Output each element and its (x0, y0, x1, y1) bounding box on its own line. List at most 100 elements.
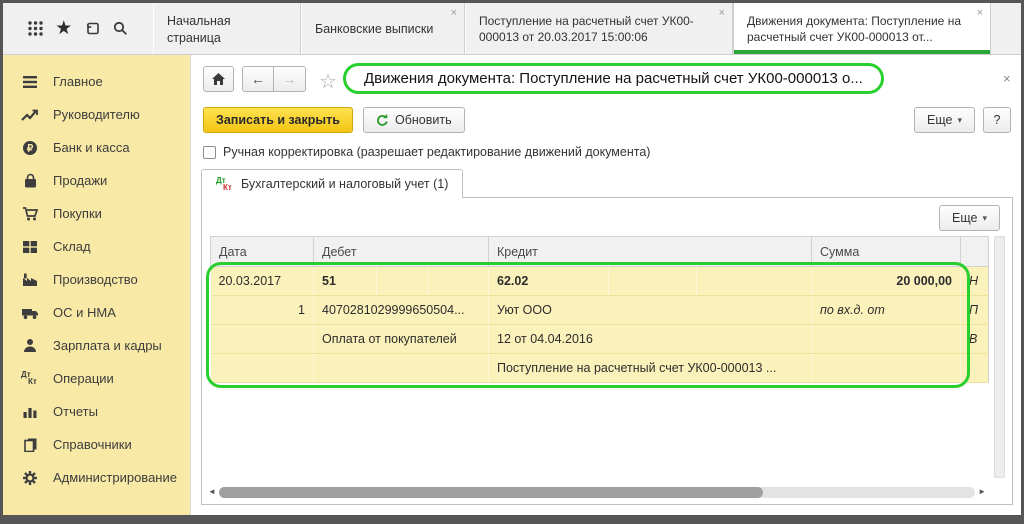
scrollbar-track[interactable] (218, 486, 976, 498)
sidebar-item-administration[interactable]: Администрирование (3, 461, 190, 494)
truck-icon (19, 304, 41, 322)
tab-close-icon[interactable]: × (451, 8, 457, 19)
scroll-right-icon[interactable]: ► (978, 488, 986, 496)
toolbar-row: Записать и закрыть Обновить Еще ▾ ? (191, 107, 1021, 135)
sidebar-item-operations[interactable]: Дт Кт Операции (3, 362, 190, 395)
refresh-icon (377, 114, 388, 126)
cell-empty[interactable] (376, 266, 429, 296)
cell-debit-account[interactable]: 51 (313, 266, 377, 296)
sidebar-item-main[interactable]: Главное (3, 65, 190, 98)
cell-credit-analytics[interactable]: Уют ООО (488, 295, 812, 325)
menu-icon (19, 73, 41, 91)
sidebar-item-fixed-assets[interactable]: ОС и НМА (3, 296, 190, 329)
sidebar-item-label: Производство (53, 272, 138, 287)
tab-bank-statements[interactable]: Банковские выписки × (301, 3, 465, 54)
cell-empty[interactable] (210, 324, 314, 354)
tab-document-movements[interactable]: Движения документа: Поступление на расче… (733, 3, 991, 54)
tab-receipt-document[interactable]: Поступление на расчетный счет УК00-00001… (465, 3, 733, 54)
manual-adjustment-checkbox[interactable] (203, 145, 216, 159)
horizontal-scrollbar: ◄ ► (208, 485, 986, 499)
app-window: ★ Начальная страница Банковские выписки … (0, 0, 1024, 524)
table-row[interactable]: Поступление на расчетный счет УК00-00001… (210, 353, 989, 383)
table-row[interactable]: 20.03.2017 51 62.02 20 000,00 Н (210, 266, 989, 296)
sidebar-item-label: Склад (53, 239, 91, 254)
cell-line-number[interactable]: 1 (210, 295, 314, 325)
cell-credit-analytics[interactable]: 12 от 04.04.2016 (488, 324, 812, 354)
cell-flag[interactable]: Н (960, 266, 989, 296)
tab-close-icon[interactable]: × (977, 8, 983, 19)
column-header-credit: Кредит (488, 236, 812, 267)
gear-icon (19, 469, 41, 487)
sidebar-item-purchases[interactable]: Покупки (3, 197, 190, 230)
scrollbar-thumb[interactable] (218, 486, 764, 498)
table-more-button[interactable]: Еще ▾ (939, 205, 1000, 231)
cell-debit-analytics[interactable]: Оплата от покупателей (313, 324, 489, 354)
favorites-star-icon[interactable]: ★ (54, 19, 74, 39)
forward-button[interactable]: → (274, 66, 306, 92)
page-title-text: Движения документа: Поступление на расче… (364, 70, 863, 87)
quick-toolbar: ★ (3, 3, 153, 54)
sidebar-item-label: Отчеты (53, 404, 98, 419)
sidebar-item-payroll-hr[interactable]: Зарплата и кадры (3, 329, 190, 362)
person-icon (19, 337, 41, 355)
cell-credit-analytics[interactable]: Поступление на расчетный счет УК00-00001… (488, 353, 812, 383)
window-close-icon[interactable]: × (1003, 71, 1011, 86)
chevron-down-icon: ▾ (957, 114, 962, 125)
screen: ★ Начальная страница Банковские выписки … (3, 3, 1021, 515)
tab-home-page[interactable]: Начальная страница (153, 3, 301, 54)
cell-empty[interactable] (811, 324, 961, 354)
sidebar-item-reports[interactable]: Отчеты (3, 395, 190, 428)
cell-empty[interactable] (696, 266, 812, 296)
sidebar-item-label: Руководителю (53, 107, 140, 122)
cell-empty[interactable] (608, 266, 697, 296)
sidebar-item-warehouse[interactable]: Склад (3, 230, 190, 263)
cell-empty[interactable] (960, 353, 989, 383)
home-button[interactable] (203, 66, 234, 92)
factory-icon (19, 271, 41, 289)
cell-empty[interactable] (428, 266, 489, 296)
cell-empty[interactable] (210, 353, 314, 383)
tab-label: Движения документа: Поступление на расче… (747, 13, 961, 44)
save-and-close-button[interactable]: Записать и закрыть (203, 107, 353, 133)
sidebar-item-bank-cash[interactable]: ₽ Банк и касса (3, 131, 190, 164)
sidebar-item-label: ОС и НМА (53, 305, 116, 320)
back-button[interactable]: ← (242, 66, 274, 92)
cell-empty[interactable] (811, 353, 961, 383)
cell-credit-account[interactable]: 62.02 (488, 266, 609, 296)
tab-close-icon[interactable]: × (719, 8, 725, 19)
forward-icon: → (282, 71, 297, 87)
cell-empty[interactable] (313, 353, 489, 383)
cell-debit-analytics[interactable]: 4070281029999650504... (313, 295, 489, 325)
column-header-date: Дата (210, 236, 314, 267)
sidebar-item-production[interactable]: Производство (3, 263, 190, 296)
sidebar-item-label: Продажи (53, 173, 108, 188)
sidebar-item-label: Справочники (53, 437, 132, 452)
sidebar-item-label: Зарплата и кадры (53, 338, 162, 353)
sidebar-item-label: Администрирование (53, 470, 177, 485)
history-icon[interactable] (82, 19, 102, 39)
cell-sum[interactable]: 20 000,00 (811, 266, 961, 296)
movements-table: Дата Дебет Кредит Сумма 20.03.2017 51 62… (210, 236, 989, 383)
help-button[interactable]: ? (983, 107, 1011, 133)
cell-flag[interactable]: В (960, 324, 989, 354)
cell-flag[interactable]: П (960, 295, 989, 325)
sidebar-item-label: Банк и касса (53, 140, 130, 155)
cell-sum-note[interactable]: по вх.д. от (811, 295, 961, 325)
search-icon[interactable] (111, 19, 131, 39)
cell-date-current[interactable]: 20.03.2017 (210, 266, 314, 296)
refresh-label: Обновить (395, 113, 452, 127)
tab-accounting-tax[interactable]: Дт Кт Бухгалтерский и налоговый учет (1) (201, 169, 464, 198)
bag-icon (19, 172, 41, 190)
sidebar-item-manager[interactable]: Руководителю (3, 98, 190, 131)
apps-grid-icon[interactable] (25, 19, 45, 39)
more-button[interactable]: Еще ▾ (914, 107, 975, 133)
chevron-down-icon: ▾ (982, 212, 987, 223)
favorite-toggle-icon[interactable]: ☆ (319, 69, 337, 94)
refresh-button[interactable]: Обновить (363, 107, 465, 133)
scroll-left-icon[interactable]: ◄ (208, 488, 216, 496)
table-row[interactable]: Оплата от покупателей 12 от 04.04.2016 В (210, 324, 989, 354)
vertical-scrollbar[interactable] (994, 236, 1005, 478)
sidebar-item-directories[interactable]: Справочники (3, 428, 190, 461)
table-row[interactable]: 1 4070281029999650504... Уют ООО по вх.д… (210, 295, 989, 325)
sidebar-item-sales[interactable]: Продажи (3, 164, 190, 197)
